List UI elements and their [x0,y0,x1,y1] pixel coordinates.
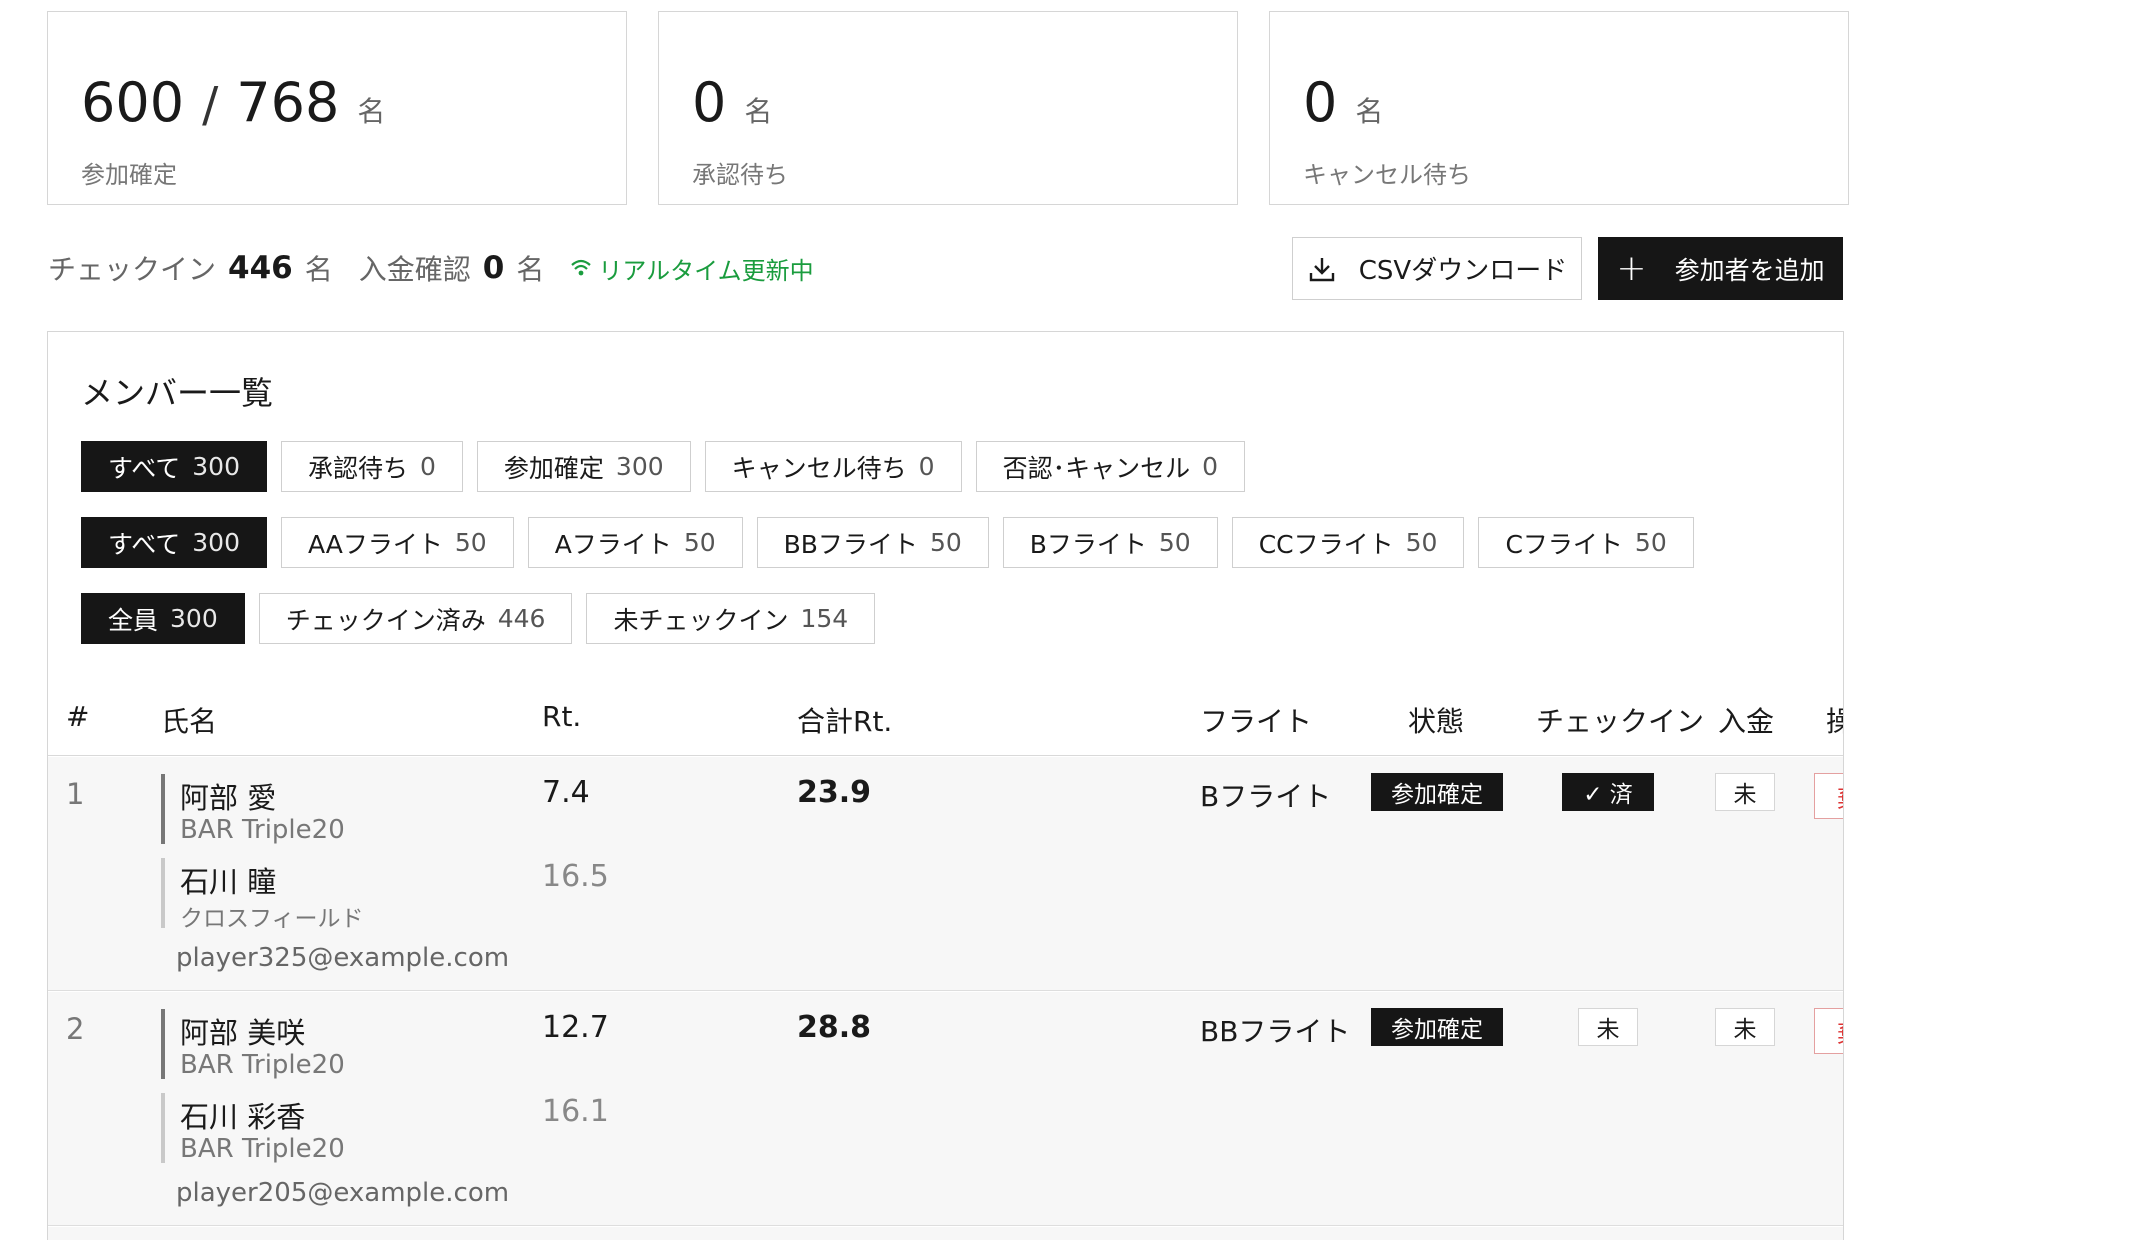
checkin-filter-not-done[interactable]: 未チェックイン 154 [586,593,876,644]
slash-separator: / [202,77,219,133]
reject-button[interactable]: 棄 [1814,773,1843,819]
player-2-club: BAR Triple20 [180,1134,345,1164]
stat-card-confirmed: 600 / 768 名 参加確定 [47,11,627,205]
payment-unit: 名 [516,253,545,286]
reject-button[interactable]: 棄 [1814,1008,1843,1054]
header-total-rating: 合計Rt. [797,705,893,738]
status-filter-cancel-wait[interactable]: キャンセル待ち 0 [704,441,962,492]
status-badge: 参加確定 [1371,1008,1503,1046]
status-filter-pending[interactable]: 承認待ち 0 [280,441,463,492]
flight-name: Bフライト [1200,780,1332,813]
player-1-rating: 7.4 [542,775,590,810]
csv-download-label: CSVダウンロード [1358,256,1568,286]
status-filter-confirmed[interactable]: 参加確定 300 [476,441,691,492]
stat-label: キャンセル待ち [1303,161,1471,189]
total-rating: 28.8 [797,1010,872,1045]
unit-label: 名 [1355,95,1384,128]
unit-label: 名 [744,95,773,128]
checkin-unit: 名 [304,253,333,286]
flight-filter-b[interactable]: Bフライト 50 [1002,517,1218,568]
player-1-bar [161,774,165,844]
table-row[interactable] [48,1227,1843,1240]
player-2-name: 石川 彩香 [180,1100,306,1134]
player-1-club: BAR Triple20 [180,1050,345,1080]
player-2-name: 石川 瞳 [180,865,277,899]
player-1-name: 阿部 美咲 [180,1016,306,1050]
summary-bar: チェックイン 446 名 入金確認 0 名 リアルタイム更新中 [48,246,814,290]
checkin-toggle[interactable]: ✓ 済 [1562,773,1654,811]
header-action: 操 [1826,700,1843,740]
header-flight: フライト [1200,705,1313,738]
checkin-filter-row: 全員 300 チェックイン済み 446 未チェックイン 154 [81,593,876,644]
player-1-rating: 12.7 [542,1010,609,1045]
checkin-filter-all[interactable]: 全員 300 [81,593,245,644]
flight-filter-cc[interactable]: CCフライト 50 [1231,517,1465,568]
flight-filter-aa[interactable]: AAフライト 50 [280,517,514,568]
pending-count: 0 [692,71,727,134]
header-status: 状態 [1408,705,1465,738]
capacity-count: 768 [236,71,340,134]
header-checkin: チェックイン [1536,705,1705,738]
checkin-filter-done[interactable]: チェックイン済み 446 [258,593,573,644]
header-rating: Rt. [542,700,582,733]
flight-filter-all[interactable]: すべて 300 [81,517,267,568]
table-header: # 氏名 Rt. 合計Rt. フライト 状態 チェックイン 入金 操 [48,680,1843,756]
stat-card-cancel-wait: 0 名 キャンセル待ち [1269,11,1849,205]
download-icon [1309,257,1334,281]
flight-filter-bb[interactable]: BBフライト 50 [756,517,989,568]
player-2-club: クロスフィールド [180,906,364,932]
status-filter-rejected[interactable]: 否認･キャンセル 0 [975,441,1245,492]
stat-card-pending: 0 名 承認待ち [658,11,1238,205]
player-2-rating: 16.5 [542,859,609,894]
page: 600 / 768 名 参加確定 0 名 承認待ち 0 名 キャンセル待ち チェ… [0,0,2152,1240]
cancel-wait-count: 0 [1303,71,1338,134]
checkin-toggle[interactable]: 未 [1578,1008,1638,1046]
plus-icon: + [1616,247,1647,289]
panel-title: メンバー一覧 [81,374,274,412]
member-list-panel: メンバー一覧 すべて 300 承認待ち 0 参加確定 300 キャンセル待ち 0 否認･… [47,331,1844,1240]
header-name: 氏名 [161,705,218,738]
flight-filter-a[interactable]: Aフライト 50 [527,517,743,568]
contact-email: player325@example.com [176,943,510,973]
csv-download-button[interactable]: CSVダウンロード [1292,237,1582,300]
checkin-count: 446 [228,250,293,286]
player-1-club: BAR Triple20 [180,815,345,845]
header-index: # [66,700,90,733]
header-payment: 入金 [1718,705,1775,738]
player-1-name: 阿部 愛 [180,781,277,815]
flight-filter-c[interactable]: Cフライト 50 [1478,517,1694,568]
checkin-label: チェックイン [48,253,217,286]
wifi-icon [571,259,592,276]
contact-email: player205@example.com [176,1178,510,1208]
status-filter-all[interactable]: すべて 300 [81,441,267,492]
player-2-rating: 16.1 [542,1094,609,1129]
total-rating: 23.9 [797,775,872,810]
status-filter-row: すべて 300 承認待ち 0 参加確定 300 キャンセル待ち 0 否認･キャンセル 0 [81,441,1245,492]
stat-label: 承認待ち [692,161,788,189]
stat-label: 参加確定 [81,161,177,189]
row-index: 2 [66,1012,85,1046]
flight-filter-row: すべて 300 AAフライト 50 Aフライト 50 BBフライト 50 Bフライト 50… [81,517,1694,568]
payment-toggle[interactable]: 未 [1715,1008,1775,1046]
player-2-bar [161,858,165,928]
player-2-bar [161,1093,165,1163]
table-row[interactable]: 2 阿部 美咲 BAR Triple20 石川 彩香 BAR Triple20 … [48,992,1843,1226]
player-1-bar [161,1009,165,1079]
unit-label: 名 [357,95,386,128]
status-badge: 参加確定 [1371,773,1503,811]
confirmed-count: 600 [81,71,185,134]
realtime-label: リアルタイム更新中 [598,256,814,285]
payment-label: 入金確認 [358,253,471,286]
add-participant-button[interactable]: + 参加者を追加 [1598,237,1843,300]
flight-name: BBフライト [1200,1015,1351,1048]
table-row[interactable]: 1 阿部 愛 BAR Triple20 石川 瞳 クロスフィールド player… [48,757,1843,991]
payment-toggle[interactable]: 未 [1715,773,1775,811]
row-index: 1 [66,777,85,811]
realtime-indicator: リアルタイム更新中 [570,251,814,286]
add-participant-label: 参加者を追加 [1674,255,1825,285]
payment-count: 0 [482,250,505,286]
